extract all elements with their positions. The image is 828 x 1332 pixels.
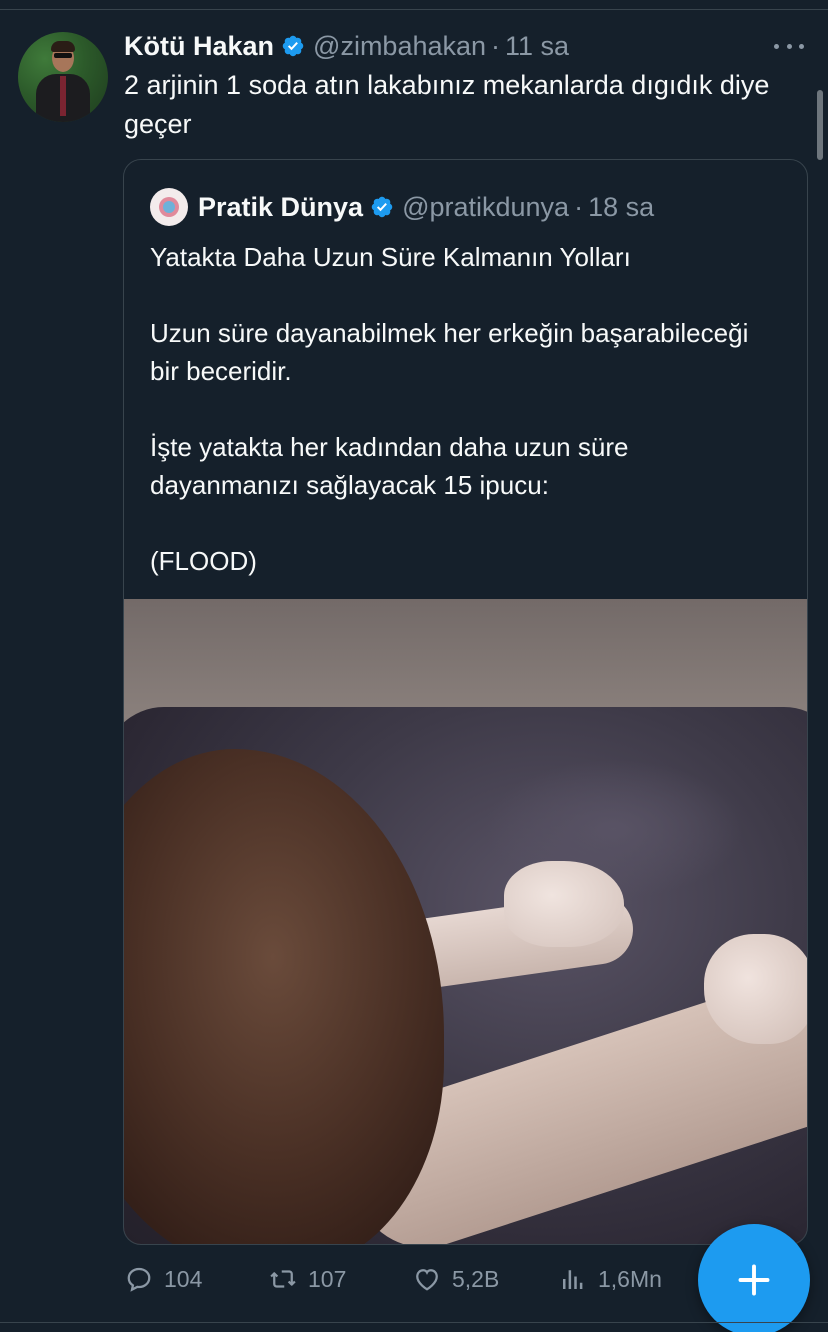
more-dot: [799, 43, 804, 49]
retweet-count: 107: [308, 1265, 347, 1292]
quoted-tweet-text: Yatakta Daha Uzun Süre Kalmanın Yolları …: [150, 238, 780, 580]
heart-icon: [416, 1269, 438, 1291]
avatar-logo-inner: [163, 201, 175, 213]
verified-badge-icon: [282, 35, 304, 57]
tweet-time[interactable]: 11 sa: [505, 31, 569, 62]
tweet-page: Kötü Hakan @zimbahakan · 11 sa 2 arjinin…: [0, 0, 828, 1332]
plus-icon: [738, 1264, 770, 1296]
author-row: Kötü Hakan @zimbahakan · 11 sa: [124, 28, 569, 64]
retweet-icon: [270, 1270, 296, 1288]
more-dot: [786, 43, 792, 49]
dot-separator: ·: [491, 30, 501, 61]
more-dot: [774, 43, 779, 49]
quoted-tweet[interactable]: Pratik Dünya @pratikdunya · 18 sa Yatakt…: [123, 159, 808, 1245]
retweet-button[interactable]: 107: [268, 1256, 346, 1302]
avatar-figure-glasses: [54, 53, 72, 58]
quoted-paragraph: İşte yatakta her kadından daha uzun süre…: [150, 432, 629, 500]
verified-badge-icon: [371, 196, 393, 218]
quoted-paragraph: Yatakta Daha Uzun Süre Kalmanın Yolları: [150, 242, 631, 272]
analytics-icon: [563, 1270, 583, 1289]
author-handle[interactable]: @zimbahakan: [313, 31, 486, 62]
quoted-paragraph: Uzun süre dayanabilmek her erkeğin başar…: [150, 318, 749, 386]
compose-button[interactable]: [698, 1224, 810, 1332]
quoted-tweet-time[interactable]: 18 sa: [588, 192, 654, 223]
quoted-author-row: Pratik Dünya @pratikdunya · 18 sa: [198, 188, 654, 226]
views-button[interactable]: 1,6Mn: [558, 1256, 662, 1302]
top-divider: [0, 0, 828, 10]
like-count: 5,2B: [452, 1265, 500, 1292]
avatar-figure-hair: [51, 41, 75, 52]
image-hand: [504, 861, 624, 947]
dot-separator: ·: [574, 191, 584, 222]
quoted-media-image[interactable]: [124, 599, 807, 1244]
quoted-author-handle[interactable]: @pratikdunya: [402, 192, 569, 223]
reply-button[interactable]: 104: [124, 1256, 202, 1302]
reply-icon: [127, 1267, 151, 1292]
author-avatar[interactable]: [18, 32, 108, 122]
more-options-icon[interactable]: [774, 36, 804, 56]
tweet-actions: 104 107 5,2B 1,6Mn: [124, 1256, 684, 1302]
avatar-figure-tie: [60, 76, 66, 116]
quoted-author-name[interactable]: Pratik Dünya: [198, 192, 363, 223]
bottom-divider: [0, 1322, 828, 1323]
reply-count: 104: [164, 1265, 203, 1292]
like-button[interactable]: 5,2B: [412, 1256, 499, 1302]
quoted-author-avatar[interactable]: [150, 188, 188, 226]
author-name[interactable]: Kötü Hakan: [124, 31, 274, 62]
image-hand: [704, 934, 807, 1044]
view-count: 1,6Mn: [598, 1265, 662, 1292]
tweet-text: 2 arjinin 1 soda atın lakabınız mekanlar…: [124, 70, 770, 139]
scrollbar-thumb[interactable]: [817, 90, 823, 160]
quoted-paragraph: (FLOOD): [150, 546, 257, 576]
